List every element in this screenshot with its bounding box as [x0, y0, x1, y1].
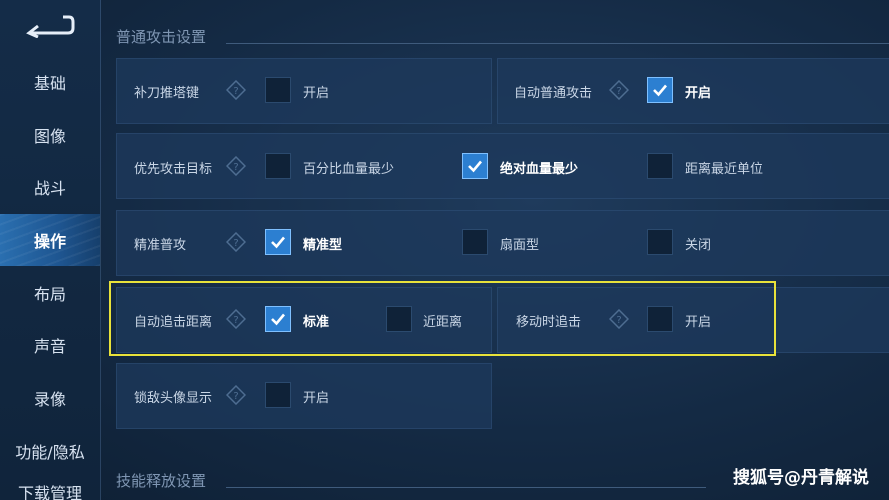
checkbox-lowest-percent-hp[interactable]: [265, 153, 291, 179]
sidebar-item-label: 基础: [33, 74, 66, 93]
setting-label: 精准普攻: [134, 238, 187, 253]
sidebar-item-battle[interactable]: 战斗: [0, 162, 100, 212]
sidebar-item-downloads[interactable]: 下载管理: [0, 480, 100, 500]
checkbox-fan-type[interactable]: [462, 229, 488, 255]
sidebar-item-controls[interactable]: 操作: [0, 214, 100, 266]
checkbox-precise-off[interactable]: [647, 229, 673, 255]
sidebar-item-label: 图像: [33, 127, 66, 146]
sidebar-item-basic[interactable]: 基础: [0, 57, 100, 107]
section-title-skill-release: 技能释放设置: [116, 472, 207, 490]
sidebar-item-label: 声音: [33, 337, 66, 356]
sidebar-item-label: 战斗: [33, 179, 66, 198]
option-label: 关闭: [685, 238, 712, 253]
highlight-box: [109, 281, 776, 356]
option-label: 开启: [685, 86, 712, 101]
checkmark-icon: [653, 84, 667, 97]
sidebar-item-graphics[interactable]: 图像: [0, 110, 100, 160]
option-label: 百分比血量最少: [303, 162, 395, 177]
sidebar-item-features-privacy[interactable]: 功能/隐私: [0, 426, 100, 476]
sidebar-item-label: 功能/隐私: [15, 443, 85, 462]
checkbox-nearest-unit[interactable]: [647, 153, 673, 179]
help-hint-icon[interactable]: ?: [226, 232, 246, 252]
setting-label: 优先攻击目标: [134, 162, 213, 177]
help-hint-icon[interactable]: ?: [226, 80, 246, 100]
sidebar-item-label: 操作: [33, 232, 66, 251]
checkmark-icon: [468, 160, 482, 173]
section-title-normal-attack: 普通攻击设置: [116, 28, 207, 46]
sidebar-item-sound[interactable]: 声音: [0, 320, 100, 370]
sidebar-item-label: 录像: [33, 390, 66, 409]
option-label: 开启: [303, 86, 330, 101]
section-divider: [226, 487, 706, 488]
svg-text:?: ?: [233, 86, 238, 97]
checkmark-icon: [271, 236, 285, 249]
sidebar-item-replay[interactable]: 录像: [0, 373, 100, 423]
section-divider: [226, 43, 889, 44]
sidebar-item-layout[interactable]: 布局: [0, 268, 100, 318]
checkbox-lock-avatar[interactable]: [265, 382, 291, 408]
checkbox-lowest-absolute-hp[interactable]: [462, 153, 488, 179]
help-hint-icon[interactable]: ?: [609, 80, 629, 100]
checkbox-last-hit[interactable]: [265, 77, 291, 103]
svg-text:?: ?: [233, 162, 238, 173]
option-label: 开启: [303, 391, 330, 406]
option-label: 绝对血量最少: [500, 162, 579, 177]
option-label: 扇面型: [500, 238, 540, 253]
sidebar-item-label: 布局: [33, 285, 66, 304]
settings-sidebar: 基础 图像 战斗 操作 布局 声音 录像 功能/隐私 下载管理: [0, 0, 101, 500]
help-hint-icon[interactable]: ?: [226, 385, 246, 405]
option-label: 距离最近单位: [685, 162, 764, 177]
svg-text:?: ?: [233, 391, 238, 402]
help-hint-icon[interactable]: ?: [226, 156, 246, 176]
setting-label: 自动普通攻击: [514, 86, 593, 101]
svg-text:?: ?: [616, 86, 621, 97]
back-arrow-icon: [26, 15, 75, 38]
setting-label: 锁敌头像显示: [134, 391, 213, 406]
setting-label: 补刀推塔键: [134, 86, 200, 101]
checkbox-auto-attack[interactable]: [647, 77, 673, 103]
svg-text:?: ?: [233, 238, 238, 249]
sidebar-item-label: 下载管理: [17, 484, 82, 500]
back-button[interactable]: [22, 12, 78, 40]
option-label: 精准型: [303, 238, 343, 253]
checkbox-precise-type[interactable]: [265, 229, 291, 255]
watermark: 搜狐号@丹青解说: [733, 468, 869, 488]
